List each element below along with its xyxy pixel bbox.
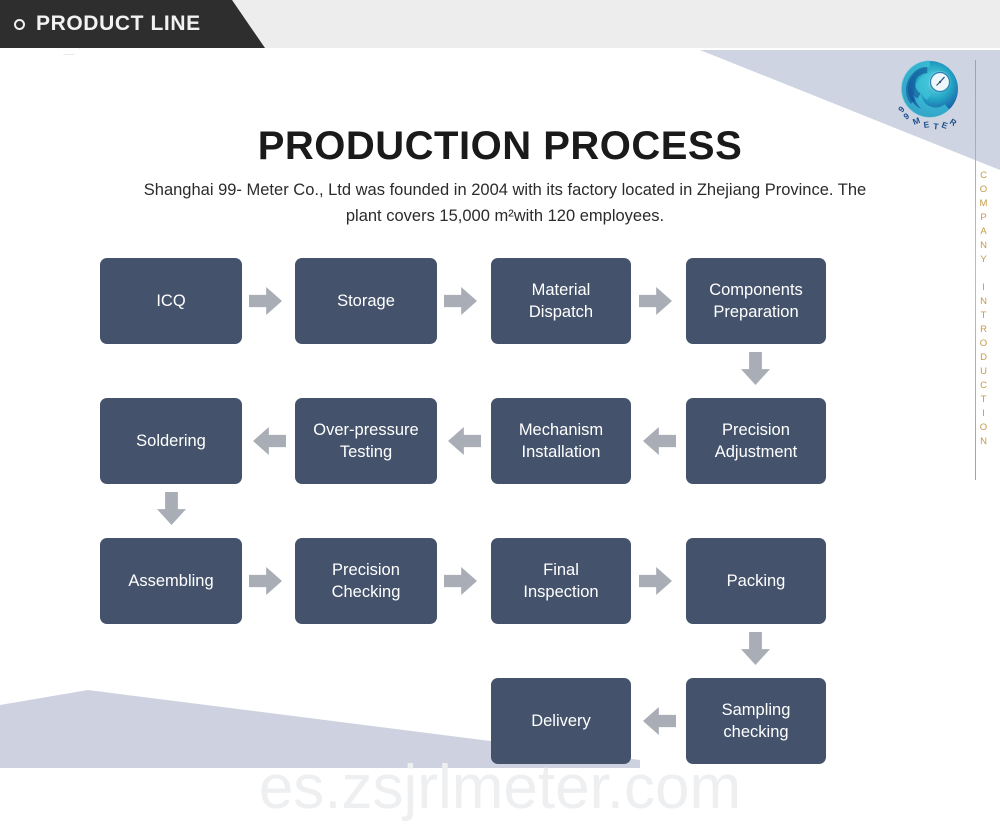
arrow-right-icon bbox=[444, 287, 477, 315]
arrow-right-icon bbox=[249, 567, 282, 595]
99-meter-swirl-logo-icon: 9 9 M E T E R bbox=[893, 58, 967, 132]
banner-label-group: PRODUCT LINE bbox=[0, 0, 201, 48]
site-watermark: es.zsjrlmeter.com bbox=[258, 753, 742, 822]
flow-box-final-inspection[interactable]: Final Inspection bbox=[491, 538, 631, 624]
arrow-down-icon bbox=[741, 352, 770, 385]
arrow-right-icon bbox=[249, 287, 282, 315]
arrow-left-icon bbox=[448, 427, 481, 455]
flow-box-precision-adjustment[interactable]: Precision Adjustment bbox=[686, 398, 826, 484]
flow-box-soldering[interactable]: Soldering bbox=[100, 398, 242, 484]
svg-text:9: 9 bbox=[902, 111, 912, 122]
company-introduction-vertical-label: COMPANY INTRODUCTION bbox=[978, 170, 989, 450]
flow-box-storage[interactable]: Storage bbox=[295, 258, 437, 344]
page-title: PRODUCTION PROCESS bbox=[257, 124, 743, 168]
arrow-down-icon bbox=[741, 632, 770, 665]
arrow-left-icon bbox=[643, 707, 676, 735]
circle-outline-icon bbox=[14, 18, 25, 30]
arrow-left-icon bbox=[253, 427, 286, 455]
flow-box-assembling[interactable]: Assembling bbox=[100, 538, 242, 624]
flow-box-material-dispatch[interactable]: Material Dispatch bbox=[491, 258, 631, 344]
flow-box-over-pressure-testing[interactable]: Over-pressure Testing bbox=[295, 398, 437, 484]
arrow-right-icon bbox=[639, 287, 672, 315]
flow-box-packing[interactable]: Packing bbox=[686, 538, 826, 624]
flow-box-mechanism-installation[interactable]: Mechanism Installation bbox=[491, 398, 631, 484]
banner-title: PRODUCT LINE bbox=[36, 12, 201, 35]
slide-page: PRODUCT LINE 9 9 M E T E R COMPANY INTRO… bbox=[0, 0, 1000, 832]
arrow-right-icon bbox=[444, 567, 477, 595]
arrow-right-icon bbox=[639, 567, 672, 595]
flow-box-precision-checking[interactable]: Precision Checking bbox=[295, 538, 437, 624]
flow-box-icq[interactable]: ICQ bbox=[100, 258, 242, 344]
company-description: Shanghai 99- Meter Co., Ltd was founded … bbox=[143, 181, 867, 225]
arrow-left-icon bbox=[643, 427, 676, 455]
arrow-down-icon bbox=[157, 492, 186, 525]
flow-box-components-preparation[interactable]: Components Preparation bbox=[686, 258, 826, 344]
